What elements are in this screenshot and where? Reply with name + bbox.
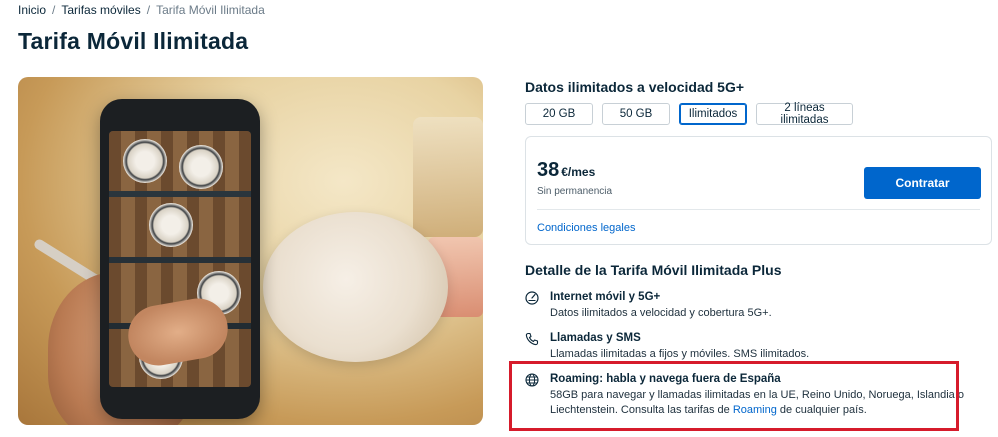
plans-title: Datos ilimitados a velocidad 5G+	[525, 79, 745, 95]
feature-description: Datos ilimitados a velocidad y cobertura…	[550, 307, 772, 319]
breadcrumb-separator: /	[52, 3, 56, 17]
hero-plate	[263, 212, 448, 362]
permanence-note: Sin permanencia	[537, 186, 613, 197]
globe-icon	[525, 373, 539, 387]
plan-option-50gb[interactable]: 50 GB	[602, 103, 670, 125]
plan-option-ilimitados[interactable]: Ilimitados	[679, 103, 747, 125]
feature-title: Roaming: habla y navega fuera de España	[550, 373, 781, 385]
screen-dish	[123, 139, 167, 183]
breadcrumb-tarifas-moviles[interactable]: Tarifas móviles	[61, 3, 140, 17]
breadcrumb: Inicio / Tarifas móviles / Tarifa Móvil …	[18, 3, 265, 17]
roaming-text-end: de cualquier país.	[776, 404, 867, 416]
price-card: 38 €/mes Sin permanencia Contratar Condi…	[525, 136, 992, 245]
divider	[537, 209, 980, 210]
screen-dish	[179, 145, 223, 189]
contratar-button[interactable]: Contratar	[864, 167, 981, 199]
hero-image	[18, 77, 483, 425]
feature-title: Internet móvil y 5G+	[550, 291, 661, 303]
plan-option-20gb[interactable]: 20 GB	[525, 103, 593, 125]
price-amount: 38	[537, 159, 560, 181]
speedometer-icon	[525, 291, 539, 305]
condiciones-legales-link[interactable]: Condiciones legales	[537, 222, 635, 234]
feature-description: 58GB para navegar y llamadas ilimitadas …	[550, 388, 970, 418]
plan-selector: 20 GB 50 GB Ilimitados 2 líneas ilimitad…	[525, 102, 853, 126]
feature-description: Llamadas ilimitadas a fijos y móviles. S…	[550, 348, 810, 360]
details-title: Detalle de la Tarifa Móvil Ilimitada Plu…	[525, 262, 782, 278]
screen-dish	[149, 203, 193, 247]
breadcrumb-inicio[interactable]: Inicio	[18, 3, 46, 17]
price: 38 €/mes	[537, 159, 595, 182]
roaming-link[interactable]: Roaming	[733, 404, 777, 416]
hero-cup	[413, 117, 483, 237]
feature-title: Llamadas y SMS	[550, 332, 641, 344]
breadcrumb-current: Tarifa Móvil Ilimitada	[156, 3, 265, 17]
hero-phone	[100, 99, 260, 419]
price-unit: €/mes	[561, 165, 596, 179]
phone-icon	[525, 332, 539, 346]
breadcrumb-separator: /	[146, 3, 151, 17]
page-title: Tarifa Móvil Ilimitada	[18, 28, 249, 54]
plan-option-2-lineas[interactable]: 2 líneas ilimitadas	[756, 102, 853, 126]
